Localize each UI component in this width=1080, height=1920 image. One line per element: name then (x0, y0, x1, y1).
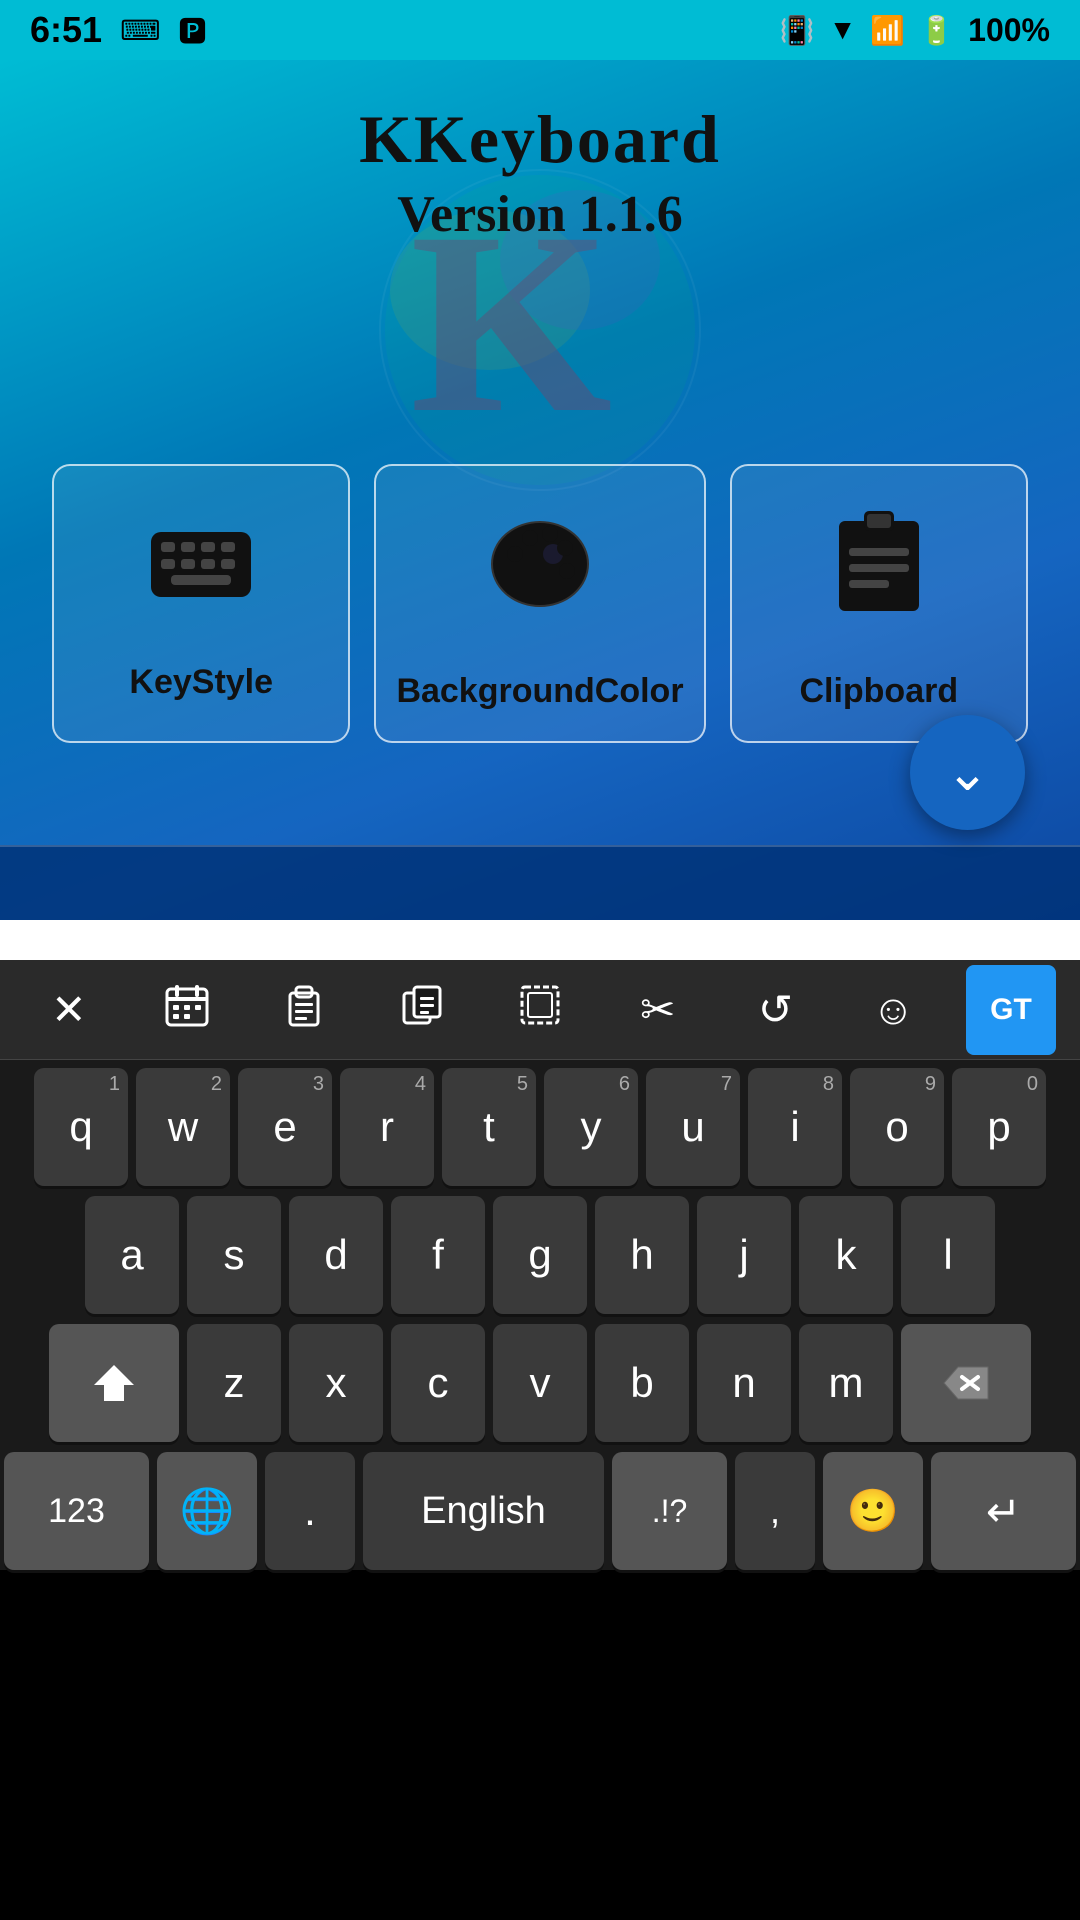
key-z[interactable]: z (187, 1324, 281, 1442)
key-d[interactable]: d (289, 1196, 383, 1314)
key-p[interactable]: 0p (952, 1068, 1046, 1186)
calendar-icon (165, 983, 209, 1037)
key-x[interactable]: x (289, 1324, 383, 1442)
divider (0, 920, 1080, 960)
keyboard-status-icon: ⌨ (120, 14, 160, 47)
key-rows: 1q 2w 3e 4r 5t 6y 7u 8i (0, 1060, 1080, 1570)
app-title-area: KKeyboard Version 1.1.6 (0, 60, 1080, 244)
key-a[interactable]: a (85, 1196, 179, 1314)
globe-key[interactable]: 🌐 (157, 1452, 257, 1570)
key-row-4: 123 🌐 . English .!? , 🙂 ↵ (4, 1452, 1076, 1570)
signal-icon: 📶 (870, 14, 905, 47)
key-row-2: a s d f g h j k l (4, 1196, 1076, 1314)
status-time: 6:51 (30, 9, 102, 51)
key-k[interactable]: k (799, 1196, 893, 1314)
feature-cards-row: KeyStyle BackgroundColor (0, 464, 1080, 743)
numbers-key[interactable]: 123 (4, 1452, 149, 1570)
keystyle-label: KeyStyle (129, 663, 273, 702)
vibrate-icon: 📳 (780, 14, 815, 47)
symbols-label: .!? (652, 1493, 688, 1530)
chevron-down-icon: ⌄ (946, 743, 990, 803)
select-button[interactable] (495, 965, 585, 1055)
close-button[interactable]: ✕ (24, 965, 114, 1055)
shift-key[interactable] (49, 1324, 179, 1442)
select-icon (518, 983, 562, 1037)
emoji-icon: ☺ (872, 986, 915, 1034)
key-h[interactable]: h (595, 1196, 689, 1314)
keystyle-icon (146, 506, 256, 633)
key-row-1: 1q 2w 3e 4r 5t 6y 7u 8i (4, 1068, 1076, 1186)
cut-button[interactable]: ✂ (613, 965, 703, 1055)
clipboard-icon (829, 506, 929, 642)
status-bar: 6:51 ⌨ 🅿 📳 ▼ 📶 🔋 100% (0, 0, 1080, 60)
emoji-face-icon: 🙂 (847, 1487, 899, 1536)
key-l[interactable]: l (901, 1196, 995, 1314)
backgroundcolor-label: BackgroundColor (396, 672, 683, 711)
keystyle-card[interactable]: KeyStyle (52, 464, 350, 743)
space-key[interactable]: English (363, 1452, 604, 1570)
key-n[interactable]: n (697, 1324, 791, 1442)
backgroundcolor-icon (485, 506, 595, 642)
collapse-button[interactable]: ⌄ (910, 715, 1025, 830)
battery-percent: 100% (968, 12, 1050, 49)
app-area: K KKeyboard Version 1.1.6 (0, 60, 1080, 920)
key-u[interactable]: 7u (646, 1068, 740, 1186)
paste-icon (282, 983, 326, 1037)
emoji-button[interactable]: ☺ (848, 965, 938, 1055)
key-t[interactable]: 5t (442, 1068, 536, 1186)
key-j[interactable]: j (697, 1196, 791, 1314)
key-y[interactable]: 6y (544, 1068, 638, 1186)
period-key[interactable]: . (265, 1452, 355, 1570)
key-o[interactable]: 9o (850, 1068, 944, 1186)
key-i[interactable]: 8i (748, 1068, 842, 1186)
key-m[interactable]: m (799, 1324, 893, 1442)
comma-key[interactable]: , (735, 1452, 815, 1570)
status-bar-right: 📳 ▼ 📶 🔋 100% (780, 12, 1050, 49)
keyboard-toolbar: ✕ (0, 960, 1080, 1060)
keyboard-area: ✕ (0, 960, 1080, 1570)
wifi-icon: ▼ (829, 14, 857, 46)
key-row-3: z x c v b n m (4, 1324, 1076, 1442)
key-q[interactable]: 1q (34, 1068, 128, 1186)
text-input-bar[interactable] (0, 845, 1080, 920)
rotate-button[interactable]: ↺ (730, 965, 820, 1055)
enter-icon: ↵ (986, 1487, 1021, 1536)
copy-icon (400, 983, 444, 1037)
globe-icon: 🌐 (180, 1485, 235, 1537)
symbols-key[interactable]: .!? (612, 1452, 727, 1570)
backgroundcolor-card[interactable]: BackgroundColor (374, 464, 705, 743)
parking-icon: 🅿 (178, 10, 206, 50)
app-title: KKeyboard (0, 100, 1080, 179)
paste-button[interactable] (259, 965, 349, 1055)
key-c[interactable]: c (391, 1324, 485, 1442)
translate-button[interactable]: GT (966, 965, 1056, 1055)
key-v[interactable]: v (493, 1324, 587, 1442)
battery-icon: 🔋 (919, 14, 954, 47)
comma-label: , (770, 1490, 780, 1532)
enter-key[interactable]: ↵ (931, 1452, 1076, 1570)
key-r[interactable]: 4r (340, 1068, 434, 1186)
copy-button[interactable] (377, 965, 467, 1055)
rotate-icon: ↺ (758, 985, 793, 1034)
cut-icon: ✂ (640, 985, 675, 1034)
key-w[interactable]: 2w (136, 1068, 230, 1186)
key-e[interactable]: 3e (238, 1068, 332, 1186)
key-b[interactable]: b (595, 1324, 689, 1442)
status-bar-left: 6:51 ⌨ 🅿 (30, 9, 207, 51)
clipboard-label: Clipboard (799, 672, 958, 711)
clipboard-card[interactable]: Clipboard (730, 464, 1028, 743)
period-label: . (304, 1487, 316, 1535)
key-g[interactable]: g (493, 1196, 587, 1314)
app-version: Version 1.1.6 (0, 185, 1080, 244)
translate-label: GT (990, 993, 1032, 1027)
numbers-label: 123 (48, 1492, 105, 1531)
emoji-face-key[interactable]: 🙂 (823, 1452, 923, 1570)
key-s[interactable]: s (187, 1196, 281, 1314)
space-label: English (421, 1490, 546, 1533)
backspace-key[interactable] (901, 1324, 1031, 1442)
close-icon: ✕ (51, 985, 86, 1034)
key-f[interactable]: f (391, 1196, 485, 1314)
calendar-button[interactable] (142, 965, 232, 1055)
